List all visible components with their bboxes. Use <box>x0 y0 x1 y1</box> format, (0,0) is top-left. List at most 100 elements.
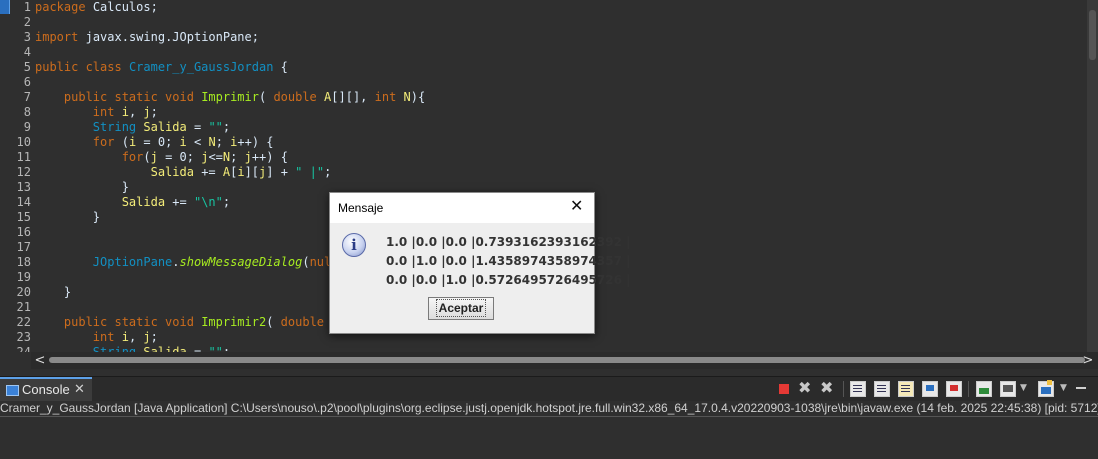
code-text[interactable]: String Salida = ""; <box>35 120 230 134</box>
open-console-icon[interactable] <box>1038 380 1054 397</box>
vertical-scrollbar[interactable] <box>1087 0 1098 352</box>
minimize-icon[interactable] <box>1076 387 1086 389</box>
line-number: 4 <box>23 45 31 59</box>
console-tab-label: Console <box>22 382 70 397</box>
code-line[interactable]: 5 public class Cramer_y_GaussJordan { <box>0 60 288 75</box>
line-number: 18 <box>16 255 31 269</box>
line-number: 17 <box>16 240 31 254</box>
line-number: 19 <box>16 270 31 284</box>
line-number: 8 <box>23 105 31 119</box>
code-text[interactable]: Salida += A[i][j] + " |"; <box>35 165 332 179</box>
code-line[interactable]: 23 int i, j; <box>0 330 158 345</box>
code-line[interactable]: 3 import javax.swing.JOptionPane; <box>0 30 259 45</box>
remove-all-launches-icon[interactable]: ✖ <box>820 378 836 397</box>
code-line[interactable]: 7 public static void Imprimir( double A[… <box>0 90 425 105</box>
line-number: 9 <box>23 120 31 134</box>
toolbar-separator <box>843 381 844 397</box>
horizontal-scroll-thumb[interactable] <box>49 357 1085 363</box>
code-line[interactable]: 10 for (i = 0; i < N; i++) { <box>0 135 274 150</box>
message-line: 1.0 |0.0 |0.0 |0.7393162393162392 | <box>386 235 631 249</box>
console-launch-path: Cramer_y_GaussJordan [Java Application] … <box>0 401 1098 417</box>
code-line[interactable]: 22 public static void Imprimir2( double … <box>0 315 339 330</box>
horizontal-scrollbar[interactable]: < > <box>31 352 1098 369</box>
code-line[interactable]: 16 <box>0 225 35 240</box>
line-number: 7 <box>23 90 31 104</box>
accept-button-label: Aceptar <box>435 299 487 317</box>
show-on-error-icon[interactable] <box>922 381 938 397</box>
code-text[interactable]: for (i = 0; i < N; i++) { <box>35 135 274 149</box>
close-icon[interactable]: ✕ <box>74 381 85 397</box>
code-line[interactable]: 24 String Salida = ""; <box>0 345 231 352</box>
code-text[interactable]: int i, j; <box>35 330 158 344</box>
code-line[interactable]: 14 Salida += "\n"; <box>0 195 231 210</box>
accept-button[interactable]: Aceptar <box>428 297 494 320</box>
code-line[interactable]: 18 JOptionPane.showMessageDialog(null <box>0 255 339 270</box>
code-line[interactable]: 12 Salida += A[i][j] + " |"; <box>0 165 332 180</box>
display-console-icon[interactable] <box>1000 381 1016 397</box>
pin-console-icon[interactable] <box>946 381 962 397</box>
code-text[interactable]: } <box>35 180 129 194</box>
code-line[interactable]: 2 <box>0 15 35 30</box>
line-number: 10 <box>16 135 31 149</box>
code-text[interactable]: int i, j; <box>35 105 158 119</box>
word-wrap-icon[interactable] <box>874 381 890 397</box>
code-text[interactable]: String Salida = ""; <box>35 345 230 352</box>
code-line[interactable]: 19 <box>0 270 35 285</box>
code-line[interactable]: 6 <box>0 75 35 90</box>
remove-launch-icon[interactable]: ✖ <box>798 378 814 397</box>
line-number: 3 <box>23 30 31 44</box>
code-text[interactable]: for(j = 0; j<=N; j++) { <box>35 150 288 164</box>
line-number: 6 <box>23 75 31 89</box>
chevron-down-icon[interactable]: ▼ <box>1020 383 1027 393</box>
info-icon: i <box>342 233 366 257</box>
code-text[interactable]: } <box>35 210 100 224</box>
console-icon <box>6 385 19 396</box>
line-number: 14 <box>16 195 31 209</box>
scroll-lock-icon[interactable] <box>850 381 866 397</box>
scroll-right-icon[interactable]: > <box>1081 352 1095 369</box>
close-icon[interactable]: ✕ <box>570 197 583 217</box>
vertical-scroll-thumb[interactable] <box>1089 10 1096 60</box>
scroll-left-icon[interactable]: < <box>33 352 47 369</box>
line-number: 2 <box>23 15 31 29</box>
code-line[interactable]: 21 <box>0 300 35 315</box>
line-number: 15 <box>16 210 31 224</box>
message-dialog[interactable]: Mensaje ✕ i 1.0 |0.0 |0.0 |0.73931623931… <box>329 192 631 334</box>
terminate-icon[interactable] <box>776 381 792 397</box>
line-number: 5 <box>23 60 31 74</box>
code-text[interactable]: Salida += "\n"; <box>35 195 230 209</box>
toolbar-separator <box>968 381 969 397</box>
code-line[interactable]: 11 for(j = 0; j<=N; j++) { <box>0 150 288 165</box>
line-number: 21 <box>16 300 31 314</box>
code-text[interactable]: public class Cramer_y_GaussJordan { <box>35 60 288 74</box>
show-on-output-icon[interactable] <box>898 381 914 397</box>
line-number: 24 <box>16 345 31 352</box>
message-line: 0.0 |1.0 |0.0 |1.4358974358974357 | <box>386 254 631 268</box>
code-text[interactable]: public static void Imprimir2( double A <box>35 315 339 329</box>
line-number: 11 <box>16 150 31 164</box>
dialog-content: i 1.0 |0.0 |0.0 |0.7393162393162392 | 0.… <box>330 223 631 333</box>
code-text[interactable]: package Calculos; <box>35 0 158 14</box>
code-text[interactable]: public static void Imprimir( double A[][… <box>35 90 425 104</box>
code-line[interactable]: 20 } <box>0 285 72 300</box>
clear-console-icon[interactable] <box>976 381 992 397</box>
line-number: 12 <box>16 165 31 179</box>
chevron-down-icon[interactable]: ▼ <box>1060 383 1067 393</box>
code-line[interactable]: 13 } <box>0 180 129 195</box>
code-line[interactable]: 8 int i, j; <box>0 105 158 120</box>
tab-console[interactable]: Console ✕ <box>0 377 92 401</box>
code-line[interactable]: 4 <box>0 45 35 60</box>
code-line[interactable]: 15 } <box>0 210 100 225</box>
code-line[interactable]: 9 String Salida = ""; <box>0 120 230 135</box>
line-number: 23 <box>16 330 31 344</box>
console-output[interactable] <box>0 417 1098 459</box>
code-text[interactable]: import javax.swing.JOptionPane; <box>35 30 259 44</box>
code-line[interactable]: 17 <box>0 240 35 255</box>
dialog-titlebar[interactable]: Mensaje ✕ <box>330 193 594 223</box>
line-number: 13 <box>16 180 31 194</box>
code-line[interactable]: 1 package Calculos; <box>0 0 158 15</box>
line-number: 16 <box>16 225 31 239</box>
code-text[interactable]: } <box>35 285 71 299</box>
dialog-title: Mensaje <box>338 201 384 215</box>
code-text[interactable]: JOptionPane.showMessageDialog(null <box>35 255 339 269</box>
